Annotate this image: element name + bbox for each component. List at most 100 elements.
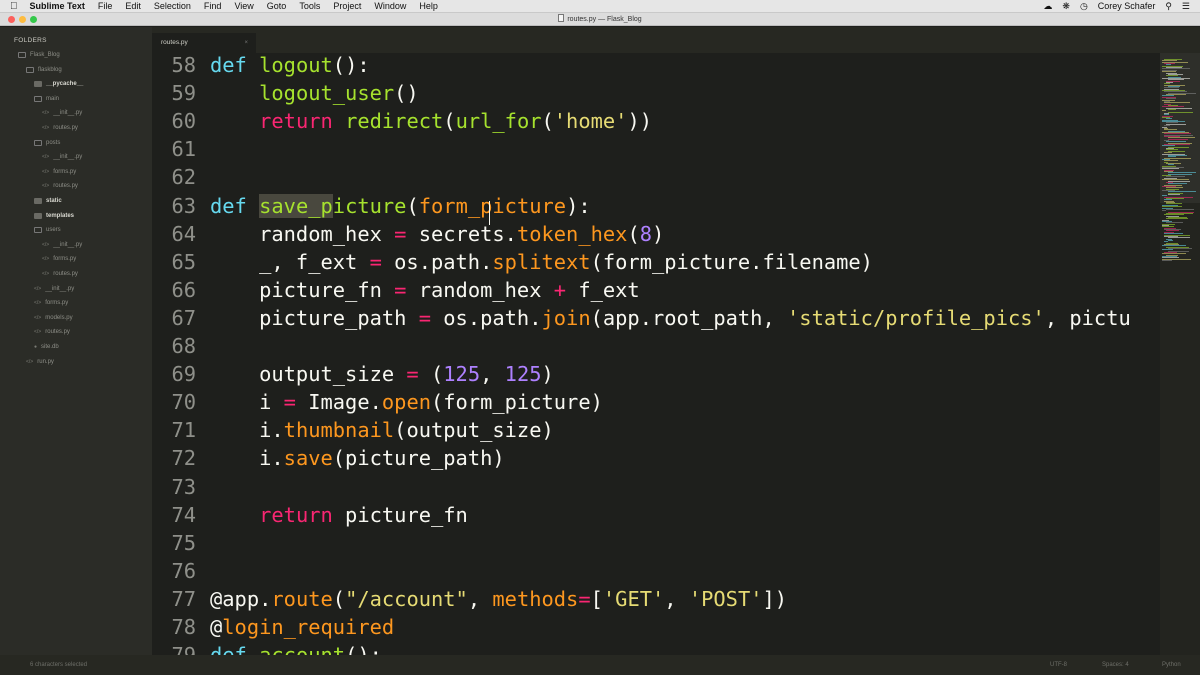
line-number: 66 (171, 277, 196, 302)
indentation-status[interactable]: Spaces: 4 (1102, 655, 1129, 675)
encoding-status[interactable]: UTF-8 (1050, 655, 1067, 675)
menu-find[interactable]: Find (204, 0, 222, 13)
close-window-button[interactable] (8, 16, 15, 23)
window-title: routes.py — Flask_Blog (567, 16, 642, 23)
code-line[interactable]: 63 def save_picture(form_picture): (152, 192, 1160, 220)
menu-edit[interactable]: Edit (125, 0, 141, 13)
menu-view[interactable]: View (234, 0, 253, 13)
tree-item[interactable]: users (34, 225, 61, 235)
code-line[interactable]: 77 @app.route("/account", methods=['GET',… (152, 585, 1160, 613)
minimize-window-button[interactable] (19, 16, 26, 23)
tree-item[interactable]: </> forms.py (42, 254, 76, 264)
zoom-window-button[interactable] (30, 16, 37, 23)
code-line[interactable]: 61 (152, 135, 1160, 163)
menu-help[interactable]: Help (419, 0, 438, 13)
code-line[interactable]: 70 i = Image.open(form_picture) (152, 388, 1160, 416)
tree-item[interactable]: templates (34, 211, 74, 221)
code-line[interactable]: 60 return redirect(url_for('home')) (152, 107, 1160, 135)
code-token: random_hex (406, 277, 554, 302)
code-line[interactable]: 76 (152, 557, 1160, 585)
tree-item[interactable]: ● site.db (34, 342, 59, 352)
tree-item[interactable]: Flask_Blog (18, 50, 60, 60)
menu-app-name[interactable]: Sublime Text (30, 0, 85, 13)
code-line[interactable]: 58 def logout(): (152, 53, 1160, 79)
code-token: = (394, 277, 407, 302)
code-line[interactable]: 72 i.save(picture_path) (152, 444, 1160, 472)
tree-item[interactable]: </> routes.py (42, 181, 78, 191)
document-icon (558, 14, 565, 22)
tree-item[interactable]: posts (34, 138, 60, 148)
tree-item[interactable]: flaskblog (26, 65, 62, 75)
syntax-status[interactable]: Python (1162, 655, 1181, 675)
code-token: @ (210, 615, 223, 639)
user-name[interactable]: Corey Schafer (1098, 0, 1156, 13)
code-editor[interactable]: 58 def logout(): 59 logout_user() 60 return… (152, 53, 1160, 655)
tree-item[interactable]: </> __init__.py (42, 152, 82, 162)
tree-item[interactable]: static (34, 196, 62, 206)
minimap-line (1162, 110, 1166, 112)
code-line[interactable]: 59 logout_user() (152, 79, 1160, 107)
tree-item[interactable]: </> models.py (34, 313, 73, 323)
tree-item[interactable]: </> run.py (26, 357, 54, 367)
tree-item-label: site.db (41, 344, 59, 350)
minimap-line (1168, 138, 1188, 140)
tree-item[interactable]: main (34, 94, 59, 104)
settings-icon[interactable]: ❋ (1062, 0, 1070, 13)
file-code-icon: </> (42, 256, 50, 263)
code-text: picture_path = os.path.join(app.root_pat… (210, 304, 1131, 332)
code-line[interactable]: 79 def account(): (152, 641, 1160, 655)
tree-item-label: Flask_Blog (30, 52, 60, 58)
tree-item[interactable]: </> __init__.py (42, 108, 82, 118)
code-line[interactable]: 73 (152, 473, 1160, 501)
code-line[interactable]: 75 (152, 529, 1160, 557)
code-token: = (578, 586, 591, 611)
code-token: (form_picture.filename) (590, 249, 873, 274)
code-token: ( (443, 109, 456, 134)
code-token: i (210, 390, 284, 415)
code-line[interactable]: 64 random_hex = secrets.token_hex(8) (152, 220, 1160, 248)
tab-routes-py[interactable]: routes.py × (152, 33, 256, 53)
menu-file[interactable]: File (98, 0, 113, 13)
tree-item-label: posts (46, 139, 61, 146)
code-text: i.save(picture_path) (210, 444, 505, 472)
code-line[interactable]: 74 return picture_fn (152, 501, 1160, 529)
menu-window[interactable]: Window (374, 0, 406, 13)
menu-selection[interactable]: Selection (154, 0, 191, 13)
tree-item[interactable]: </> __init__.py (34, 284, 74, 294)
apple-icon[interactable]:  (10, 0, 18, 13)
tree-item[interactable]: </> __init__.py (42, 240, 82, 250)
code-line[interactable]: 78 @login_required (152, 613, 1160, 641)
code-line[interactable]: 62 (152, 163, 1160, 191)
code-text: logout_user() (210, 79, 419, 107)
search-icon[interactable]: ⚲ (1165, 0, 1172, 13)
tree-item[interactable]: </> routes.py (42, 269, 78, 279)
list-icon[interactable]: ☰ (1182, 0, 1190, 13)
tab-close-icon[interactable]: × (244, 33, 248, 53)
tree-item[interactable]: </> routes.py (42, 123, 78, 133)
menu-goto[interactable]: Goto (267, 0, 287, 13)
line-number: 68 (171, 334, 196, 358)
line-number: 63 (171, 193, 196, 218)
tree-item[interactable]: </> routes.py (34, 327, 70, 337)
code-token: + (553, 277, 567, 302)
tree-item-label: __init__.py (53, 154, 83, 161)
clock-icon[interactable]: ◷ (1080, 0, 1088, 13)
code-line[interactable]: 65 _, f_ext = os.path.splitext(form_pict… (152, 248, 1160, 276)
menu-project[interactable]: Project (333, 0, 361, 13)
code-line[interactable]: 66 picture_fn = random_hex + f_ext (152, 276, 1160, 304)
tree-item[interactable]: </> forms.py (42, 167, 76, 177)
code-token: 'GET' (602, 586, 665, 611)
code-token: , pictu (1044, 305, 1131, 330)
tree-item[interactable]: __pycache__ (34, 79, 83, 89)
minimap[interactable] (1160, 53, 1200, 655)
code-line[interactable]: 68 (152, 332, 1160, 360)
tree-item[interactable]: </> forms.py (34, 298, 68, 308)
line-number: 75 (171, 530, 196, 555)
menu-tools[interactable]: Tools (299, 0, 320, 13)
code-line[interactable]: 71 i.thumbnail(output_size) (152, 416, 1160, 444)
cloud-icon[interactable]: ☁ (1043, 0, 1052, 13)
code-line[interactable]: 69 output_size = (125, 125) (152, 360, 1160, 388)
code-line[interactable]: 67 picture_path = os.path.join(app.root_… (152, 304, 1160, 332)
